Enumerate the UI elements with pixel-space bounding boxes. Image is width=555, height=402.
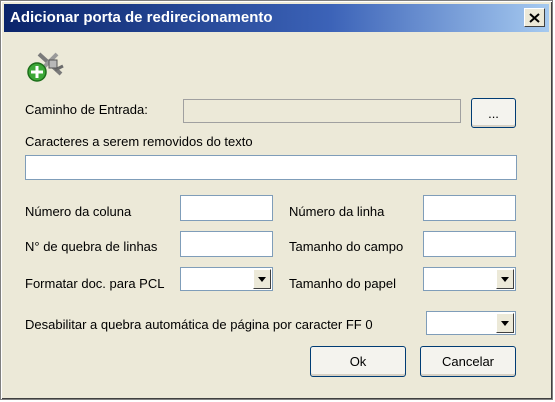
paper-size-label: Tamanho do papel (289, 276, 396, 291)
title-bar[interactable]: Adicionar porta de redirecionamento (4, 4, 549, 32)
disable-ff-select[interactable] (426, 311, 516, 335)
chars-remove-field[interactable] (25, 155, 517, 180)
format-pcl-label: Formatar doc. para PCL (25, 276, 165, 291)
input-path-label: Caminho de Entrada: (25, 102, 148, 117)
cancel-button[interactable]: Cancelar (420, 346, 516, 377)
close-icon (529, 12, 540, 23)
network-port-add-icon (27, 52, 64, 82)
close-button[interactable] (524, 8, 545, 27)
dropdown-arrow-icon[interactable] (496, 313, 514, 333)
browse-button[interactable]: ... (471, 98, 516, 128)
ok-button[interactable]: Ok (310, 346, 406, 377)
line-break-count-field[interactable] (180, 231, 273, 257)
input-path-field[interactable] (183, 99, 461, 123)
chars-remove-label: Caracteres a serem removidos do texto (25, 134, 253, 149)
dropdown-arrow-icon[interactable] (496, 269, 514, 289)
format-pcl-select[interactable] (180, 267, 273, 291)
disable-ff-label: Desabilitar a quebra automática de págin… (25, 317, 373, 332)
column-number-field[interactable] (180, 195, 273, 221)
window-title: Adicionar porta de redirecionamento (10, 9, 273, 26)
paper-size-select[interactable] (423, 267, 516, 291)
line-break-count-label: N° de quebra de linhas (25, 239, 158, 254)
column-number-label: Número da coluna (25, 204, 132, 219)
dropdown-arrow-icon[interactable] (253, 269, 271, 289)
line-number-label: Número da linha (289, 204, 385, 219)
field-size-label: Tamanho do campo (289, 239, 404, 254)
line-number-field[interactable] (423, 195, 516, 221)
field-size-field[interactable] (423, 231, 516, 257)
dialog-window: Adicionar porta de redirecionamento Cami… (0, 0, 553, 400)
